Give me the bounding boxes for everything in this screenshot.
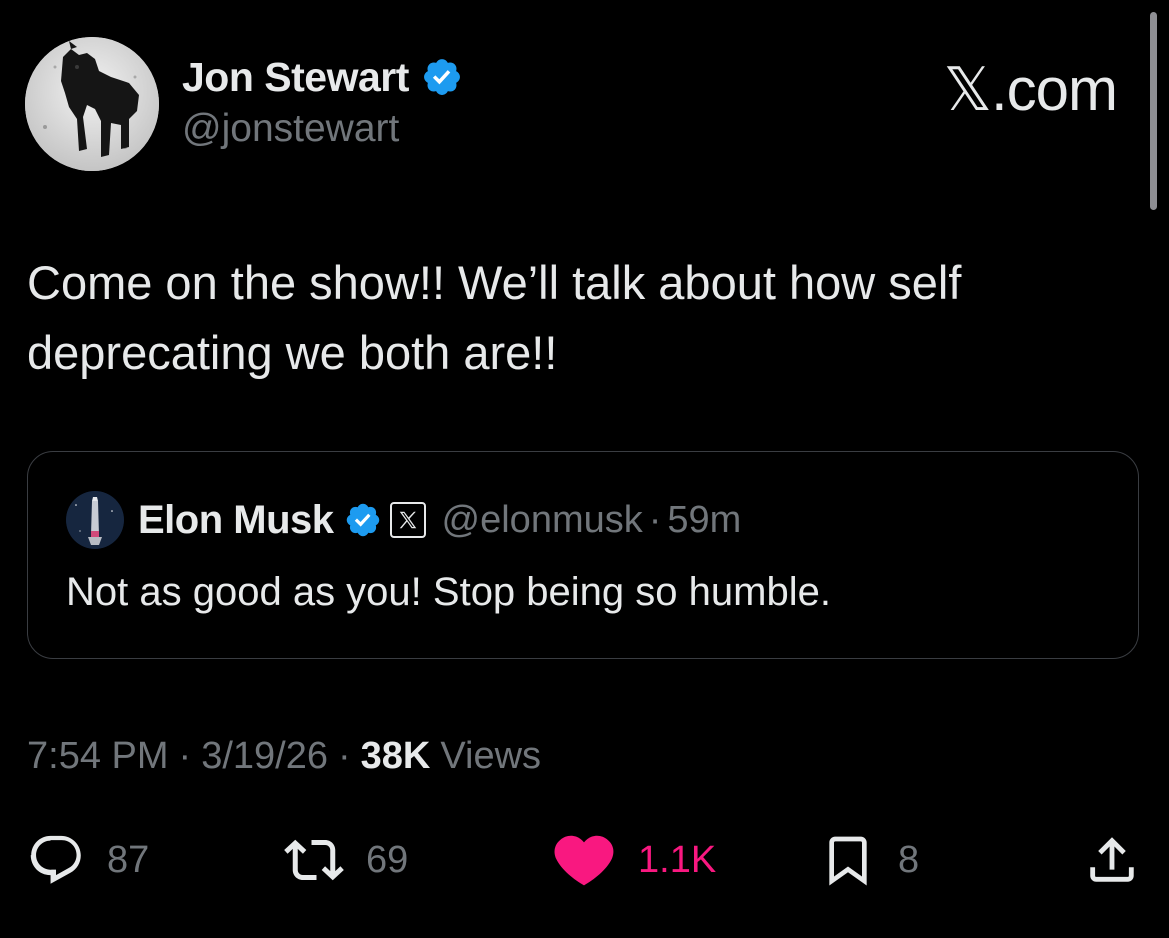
reply-button[interactable]: 87: [27, 830, 149, 890]
quoted-author-handle[interactable]: @elonmusk: [442, 499, 643, 542]
tweet-meta: 7:54 PM · 3/19/26 · 38K Views: [27, 735, 541, 778]
tweet-date[interactable]: 3/19/26: [201, 735, 328, 778]
separator-dot: ·: [648, 498, 662, 541]
reply-icon: [30, 835, 81, 884]
x-logo-icon: [389, 502, 426, 538]
quoted-tweet-card[interactable]: Elon Musk @elonmusk · 59m Not as good as…: [27, 451, 1139, 659]
author-handle[interactable]: @jonstewart: [182, 107, 399, 151]
quoted-author-avatar[interactable]: [66, 491, 124, 549]
share-button[interactable]: [1083, 830, 1141, 890]
heart-icon: [554, 835, 614, 886]
views-label: Views: [440, 735, 542, 777]
like-count: 1.1K: [638, 838, 717, 881]
tweet-text: Come on the show!! We’ll talk about how …: [27, 256, 962, 379]
rocket-photo-icon: [66, 491, 124, 549]
scrollbar[interactable]: [1150, 12, 1157, 210]
bookmark-button[interactable]: 8: [820, 830, 919, 890]
share-icon: [1090, 837, 1134, 882]
repost-icon: [284, 839, 344, 881]
verified-badge-icon: [421, 56, 463, 98]
separator-dot: ·: [178, 735, 192, 777]
quoted-tweet-text: Not as good as you! Stop being so humble…: [66, 570, 831, 614]
views-count[interactable]: 38K: [361, 735, 431, 778]
quoted-author-name[interactable]: Elon Musk: [138, 498, 334, 543]
quoted-tweet-time[interactable]: 59m: [667, 499, 741, 542]
reply-count: 87: [107, 838, 150, 881]
author-name[interactable]: Jon Stewart: [182, 54, 409, 101]
tweet-time[interactable]: 7:54 PM: [27, 735, 169, 778]
verified-badge-icon: [344, 501, 382, 539]
repost-button[interactable]: 69: [284, 830, 408, 890]
author-avatar[interactable]: [25, 37, 159, 171]
like-button[interactable]: 1.1K: [552, 830, 716, 890]
separator-dot: ·: [337, 735, 351, 777]
site-label: 𝕏.com: [943, 56, 1118, 123]
repost-count: 69: [366, 838, 409, 881]
bookmark-icon: [829, 836, 867, 886]
dog-photo-icon: [25, 37, 159, 171]
author-name-row[interactable]: Jon Stewart: [182, 52, 463, 102]
bookmark-count: 8: [898, 838, 920, 881]
quoted-tweet-header: Elon Musk @elonmusk · 59m: [66, 490, 741, 550]
